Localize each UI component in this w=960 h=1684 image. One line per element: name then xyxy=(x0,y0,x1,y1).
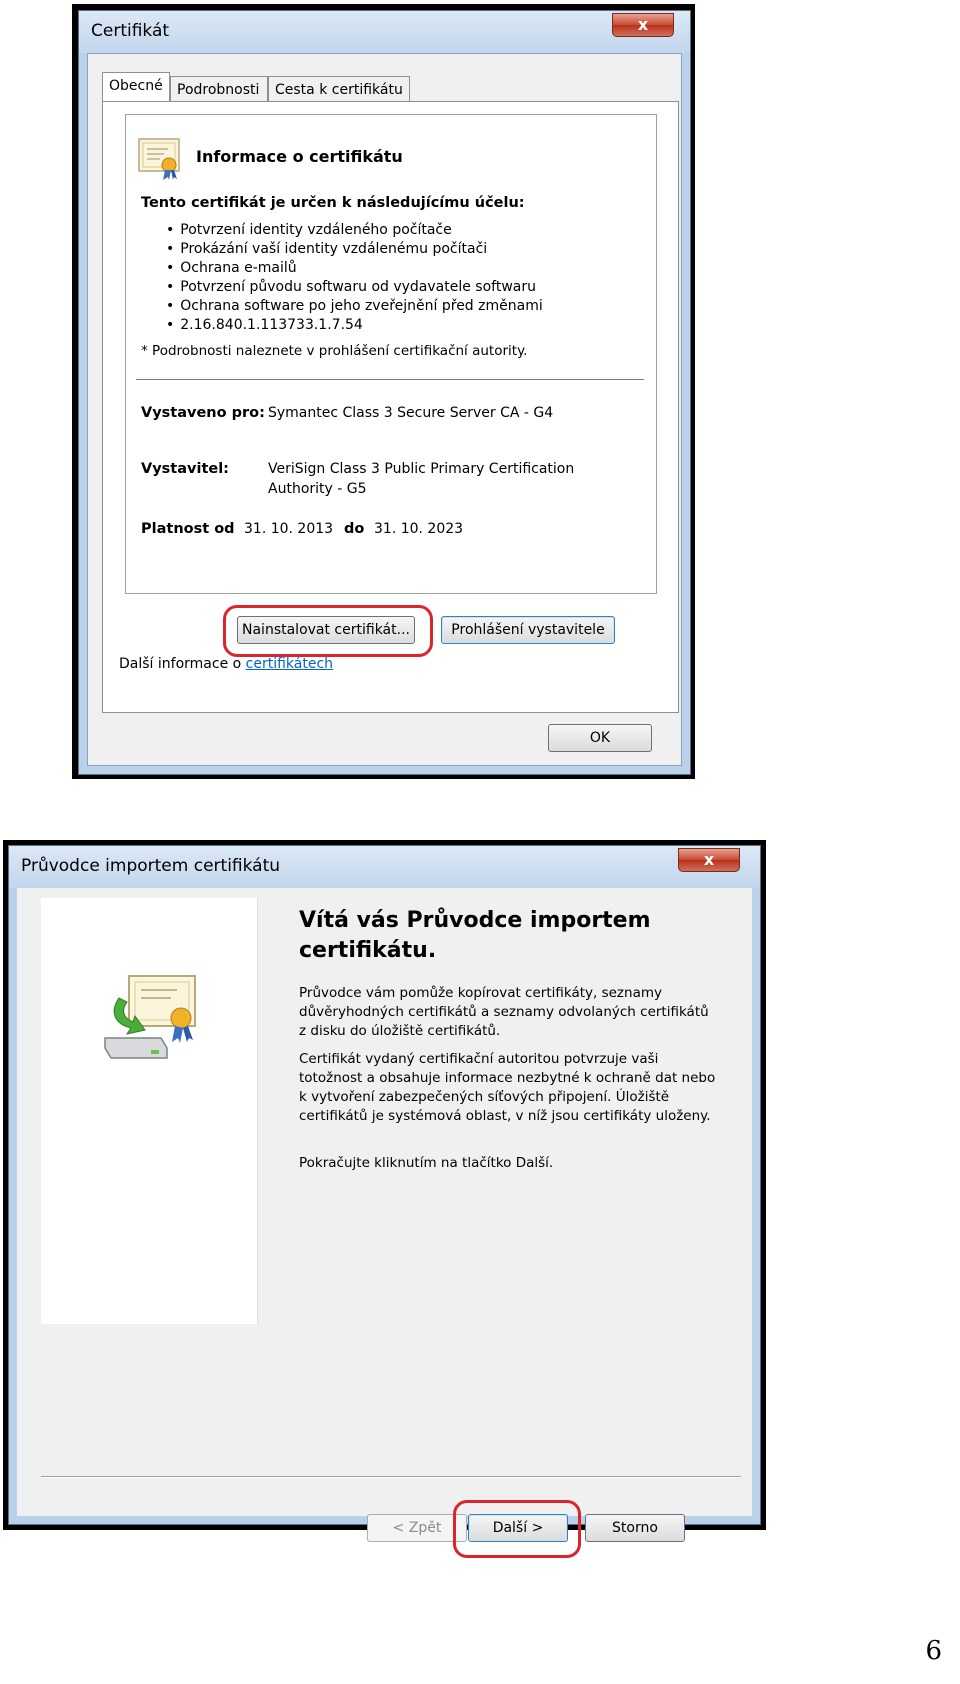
authority-note: * Podrobnosti naleznete v prohlášení cer… xyxy=(141,343,528,359)
close-button[interactable]: x xyxy=(612,13,674,37)
back-button[interactable]: < Zpět xyxy=(367,1514,467,1542)
list-item: Potvrzení původu softwaru od vydavatele … xyxy=(166,278,543,297)
tab-label: Obecné xyxy=(109,78,163,94)
dialog-body: Obecné Podrobnosti Cesta k certifikátu I… xyxy=(87,53,682,766)
certificate-import-icon xyxy=(104,975,196,1059)
list-item: Ochrana e-mailů xyxy=(166,259,543,278)
info-heading: Informace o certifikátu xyxy=(196,147,403,166)
list-item: Ochrana software po jeho zveřejnění před… xyxy=(166,297,542,316)
tab-label: Podrobnosti xyxy=(177,82,260,98)
purpose-list: Potvrzení identity vzdáleného počítače P… xyxy=(166,221,543,335)
title-bar: Certifikát x xyxy=(79,11,690,53)
divider xyxy=(136,379,644,380)
tab-certification-path[interactable]: Cesta k certifikátu xyxy=(268,76,410,102)
wizard-paragraph-2: Certifikát vydaný certifikační autoritou… xyxy=(299,1051,716,1124)
certificate-info-box: Informace o certifikátu Tento certifikát… xyxy=(125,114,657,594)
certificate-dialog: Certifikát x Obecné Podrobnosti Cesta k … xyxy=(78,10,691,775)
certificates-link[interactable]: certifikátech xyxy=(246,656,333,672)
valid-to-label: do xyxy=(344,521,365,537)
cancel-button[interactable]: Storno xyxy=(585,1514,685,1542)
more-info-text: Další informace o certifikátech xyxy=(119,656,333,672)
certificate-icon xyxy=(138,138,180,180)
tab-panel-general: Informace o certifikátu Tento certifikát… xyxy=(102,101,679,713)
divider xyxy=(41,1476,741,1477)
purpose-heading: Tento certifikát je určen k následujícím… xyxy=(141,195,525,211)
list-item: Potvrzení identity vzdáleného počítače xyxy=(166,221,543,240)
issued-to-value: Symantec Class 3 Secure Server CA - G4 xyxy=(268,405,554,421)
wizard-paragraph-1: Průvodce vám pomůže kopírovat certifikát… xyxy=(299,985,709,1039)
window-title: Certifikát xyxy=(91,21,170,41)
window-title: Průvodce importem certifikátu xyxy=(21,856,281,876)
close-icon: x xyxy=(703,850,715,869)
install-certificate-button[interactable]: Nainstalovat certifikát... xyxy=(237,616,415,644)
wizard-paragraph-3: Pokračujte kliknutím na tlačítko Další. xyxy=(299,1155,554,1171)
page-number: 6 xyxy=(925,1636,942,1666)
more-info-prefix: Další informace o xyxy=(119,656,246,672)
wizard-body: Vítá vás Průvodce importem certifikátu. … xyxy=(17,888,752,1558)
wizard-side-panel xyxy=(41,898,258,1324)
list-item: 2.16.840.1.113733.1.7.54 xyxy=(166,316,543,335)
list-item: Prokázání vaší identity vzdálenému počít… xyxy=(166,240,543,259)
wizard-heading: Vítá vás Průvodce importem certifikátu. xyxy=(299,906,699,966)
valid-to-value: 31. 10. 2023 xyxy=(374,521,464,537)
issuer-label: Vystavitel: xyxy=(141,461,229,477)
next-button[interactable]: Další > xyxy=(468,1514,568,1542)
wizard-heading-line2: certifikátu. xyxy=(299,938,437,963)
valid-from-label: Platnost od xyxy=(141,521,235,537)
issuer-value-line1: VeriSign Class 3 Public Primary Certific… xyxy=(268,461,575,477)
wizard-heading-line1: Vítá vás Průvodce importem xyxy=(299,908,651,933)
ok-button[interactable]: OK xyxy=(548,724,652,752)
valid-from-value: 31. 10. 2013 xyxy=(244,521,334,537)
issuer-statement-button[interactable]: Prohlášení vystavitele xyxy=(441,616,615,644)
tab-general[interactable]: Obecné xyxy=(102,72,170,102)
issued-to-label: Vystaveno pro: xyxy=(141,405,265,421)
import-wizard-dialog: Průvodce importem certifikátu x Vítá vás… xyxy=(8,845,761,1558)
issuer-value-line2: Authority - G5 xyxy=(268,481,367,497)
close-icon: x xyxy=(637,15,649,34)
title-bar: Průvodce importem certifikátu x xyxy=(9,846,760,888)
tab-details[interactable]: Podrobnosti xyxy=(170,76,268,102)
tab-label: Cesta k certifikátu xyxy=(275,82,403,98)
close-button[interactable]: x xyxy=(678,848,740,872)
